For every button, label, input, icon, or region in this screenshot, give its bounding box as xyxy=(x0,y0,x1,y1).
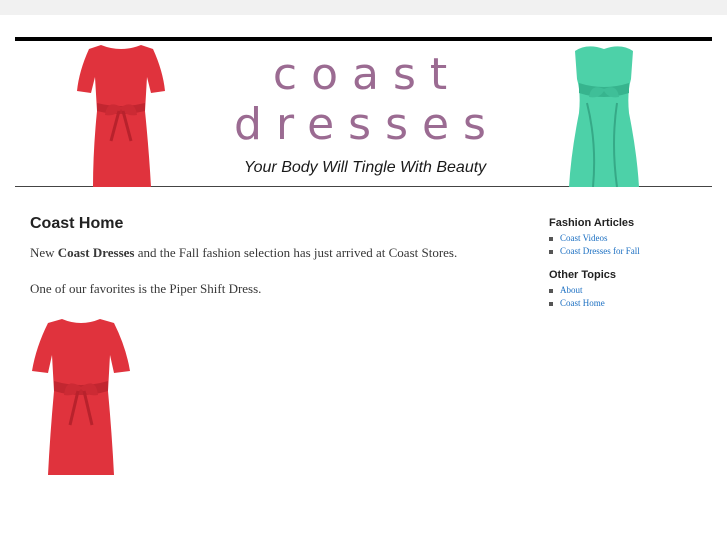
logo-word-coast: coast xyxy=(272,49,462,100)
coast-home-link[interactable]: Coast Home xyxy=(560,298,605,308)
site-header-banner[interactable]: coast dresses Your Body Will Tingle With… xyxy=(15,37,712,187)
logo-word-dresses: dresses xyxy=(234,99,500,150)
main-content: Coast Home New Coast Dresses and the Fal… xyxy=(30,215,500,475)
coast-dresses-for-fall-link[interactable]: Coast Dresses for Fall xyxy=(560,246,640,256)
site-logo: coast dresses xyxy=(195,51,525,151)
fashion-articles-list: Coast Videos Coast Dresses for Fall xyxy=(549,232,719,258)
intro-text-start: New xyxy=(30,245,58,260)
sidebar: Fashion Articles Coast Videos Coast Dres… xyxy=(549,216,719,320)
sidebar-item-coast-home: Coast Home xyxy=(549,297,719,310)
intro-text-end: and the Fall fashion selection has just … xyxy=(134,245,458,260)
page: coast dresses Your Body Will Tingle With… xyxy=(0,15,727,545)
other-topics-list: About Coast Home xyxy=(549,284,719,310)
site-tagline: Your Body Will Tingle With Beauty xyxy=(243,159,487,176)
sidebar-heading-other-topics: Other Topics xyxy=(549,269,617,281)
sidebar-item-coast-videos: Coast Videos xyxy=(549,232,719,245)
favorite-paragraph: One of our favorites is the Piper Shift … xyxy=(30,281,262,296)
red-dress-image xyxy=(77,45,165,187)
about-link[interactable]: About xyxy=(560,285,583,295)
coast-videos-link[interactable]: Coast Videos xyxy=(560,233,608,243)
sidebar-item-coast-dresses-for-fall: Coast Dresses for Fall xyxy=(549,245,719,258)
green-dress-image xyxy=(569,46,639,187)
page-title: Coast Home xyxy=(30,215,124,232)
sidebar-item-about: About xyxy=(549,284,719,297)
intro-bold-text: Coast Dresses xyxy=(57,245,135,260)
sidebar-heading-fashion-articles: Fashion Articles xyxy=(549,217,635,229)
intro-paragraph: New Coast Dresses and the Fall fashion s… xyxy=(30,243,500,263)
piper-shift-dress-image xyxy=(32,319,130,475)
